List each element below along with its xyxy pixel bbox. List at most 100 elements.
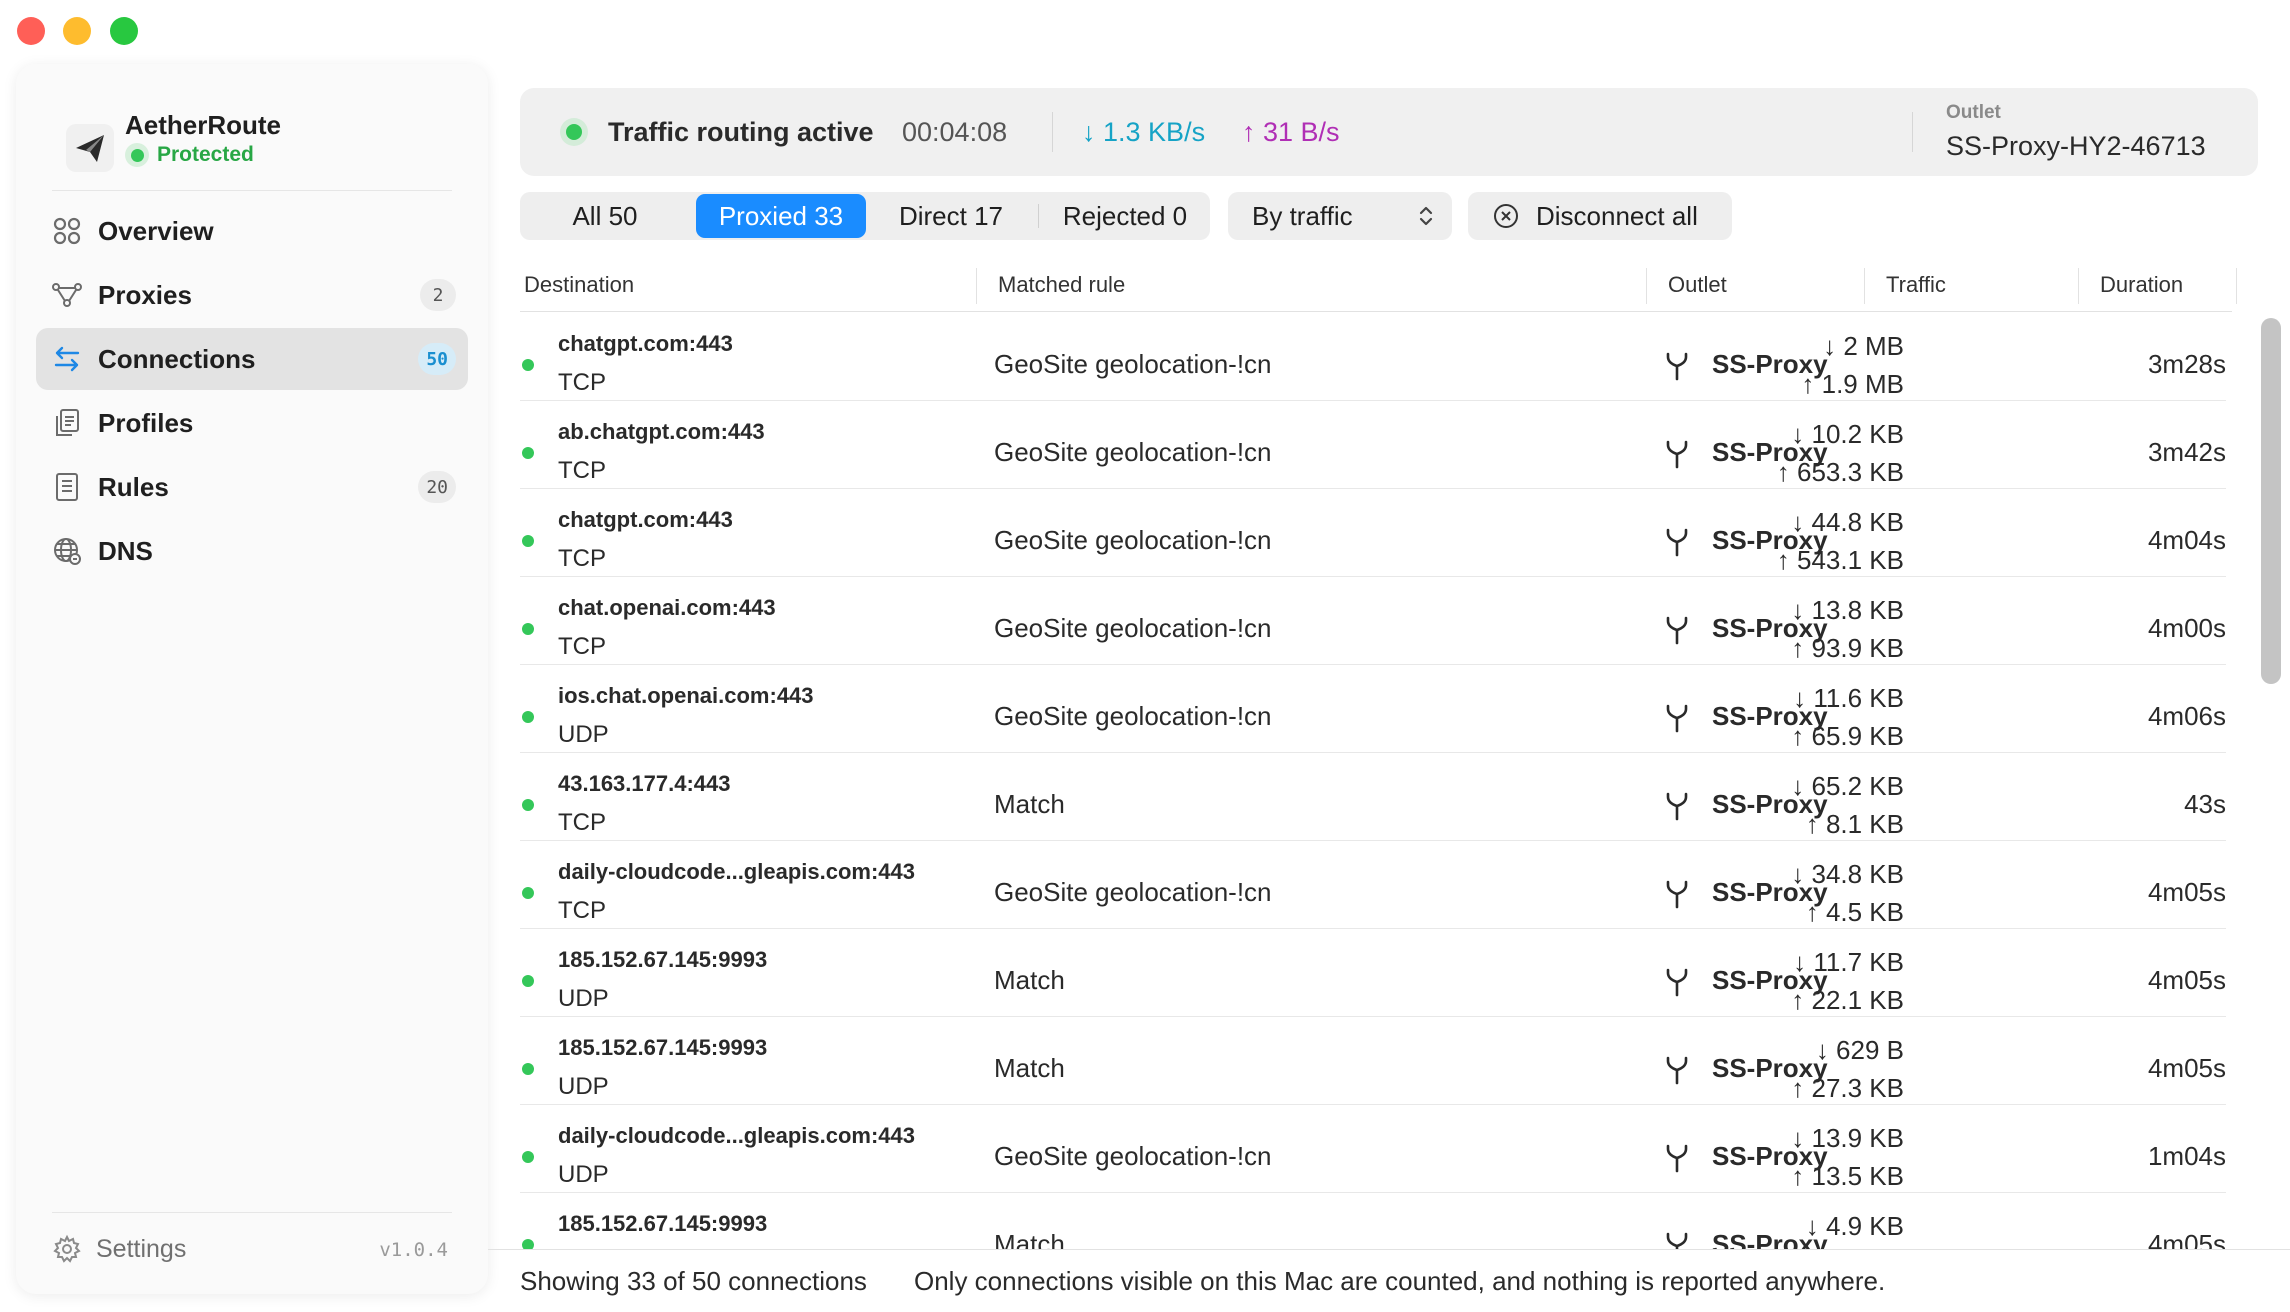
download-value: 2 MB: [1843, 331, 1904, 361]
filter-rejected[interactable]: Rejected 0: [1040, 192, 1210, 240]
download-amount: ↓ 34.8 KB: [1791, 859, 1904, 889]
route-fork-icon: [1666, 440, 1688, 469]
count-badge: 50: [418, 343, 456, 375]
sidebar-item-connections[interactable]: Connections 50: [36, 328, 468, 390]
table-header: Destination Matched rule Outlet Traffic …: [520, 264, 2237, 312]
disconnect-all-label: Disconnect all: [1536, 200, 1698, 231]
download-value: 13.9 KB: [1811, 1123, 1904, 1153]
destination-host: 43.163.177.4:443: [558, 771, 731, 796]
sidebar-item-profiles[interactable]: Profiles: [36, 392, 468, 454]
divider: [1864, 268, 1865, 304]
list-doc-icon: [52, 472, 82, 502]
sidebar-nav: Overview Proxies 2 Connections 50 Profil…: [36, 200, 468, 584]
table-row[interactable]: daily-cloudcode...gleapis.com:443 TCP GeoS…: [520, 841, 2226, 929]
table-row[interactable]: chatgpt.com:443 TCP GeoSite geolocation-!c…: [520, 313, 2226, 401]
protocol-label: TCP: [558, 809, 606, 836]
upload-value: 543.1 KB: [1797, 545, 1904, 575]
divider: [52, 1212, 452, 1213]
download-amount: ↓ 13.8 KB: [1791, 595, 1904, 625]
elapsed-time: 00:04:08: [902, 117, 1008, 147]
filter-all[interactable]: All 50: [520, 192, 690, 240]
destination-host: chat.openai.com:443: [558, 595, 776, 620]
divider: [2078, 268, 2079, 304]
route-fork-icon: [1666, 528, 1688, 557]
active-connection-icon: [522, 447, 534, 459]
table-row[interactable]: 43.163.177.4:443 TCP Match SS-Proxy ↓ 65.2 K…: [520, 753, 2226, 841]
destination-host: ab.chatgpt.com:443: [558, 419, 765, 444]
count-badge: 20: [418, 471, 456, 503]
minimize-window-button[interactable]: [63, 17, 91, 45]
count-badge: 2: [420, 279, 456, 311]
col-outlet[interactable]: Outlet: [1668, 272, 1727, 298]
sidebar-item-label: DNS: [98, 535, 153, 566]
filter-proxied[interactable]: Proxied 33: [696, 194, 866, 238]
filter-direct[interactable]: Direct 17: [866, 192, 1036, 240]
col-matched-rule[interactable]: Matched rule: [998, 272, 1125, 298]
table-row[interactable]: 185.152.67.145:9993 UDP Match SS-Proxy ↓ 629…: [520, 1017, 2226, 1105]
download-value: 13.8 KB: [1811, 595, 1904, 625]
sidebar-item-label: Overview: [98, 215, 214, 246]
nodes-icon: [52, 280, 82, 310]
sidebar-item-dns[interactable]: DNS: [36, 520, 468, 582]
duration: 3m28s: [2147, 349, 2226, 379]
download-value: 65.2 KB: [1811, 771, 1904, 801]
matched-rule: Match: [994, 965, 1065, 995]
destination-host: daily-cloudcode...gleapis.com:443: [558, 1123, 915, 1148]
protocol-label: TCP: [558, 457, 606, 484]
protocol-label: UDP: [558, 1073, 609, 1100]
upload-value: 653.3 KB: [1797, 457, 1904, 487]
duration: 4m05s: [2147, 965, 2226, 995]
chevron-updown-icon: [1419, 206, 1433, 226]
upload-value: 27.3 KB: [1811, 1073, 1904, 1103]
zoom-window-button[interactable]: [110, 17, 138, 45]
download-rate-value: 1.3 KB/s: [1103, 117, 1206, 147]
upload-value: 8.1 KB: [1825, 809, 1904, 839]
download-amount: ↓ 65.2 KB: [1791, 771, 1904, 801]
settings-button[interactable]: Settings: [52, 1234, 186, 1264]
table-row[interactable]: 185.152.67.145:9993UDPMatchSS-Proxy↓ 4.9…: [520, 1193, 2226, 1249]
sidebar: AetherRoute Protected Overview Proxies 2: [16, 64, 488, 1294]
active-connection-icon: [522, 623, 534, 635]
app-name: AetherRoute: [125, 110, 282, 140]
download-value: 34.8 KB: [1811, 859, 1904, 889]
matched-rule: GeoSite geolocation-!cn: [994, 349, 1272, 379]
sidebar-item-rules[interactable]: Rules 20: [36, 456, 468, 518]
duration: 4m05s: [2147, 1053, 2226, 1083]
upload-amount: ↑ 4.5 KB: [1805, 897, 1904, 927]
col-traffic[interactable]: Traffic: [1886, 272, 1946, 298]
route-fork-icon: [1666, 704, 1688, 733]
download-amount: ↓ 10.2 KB: [1791, 419, 1904, 449]
duration: 4m05s: [2147, 877, 2226, 907]
app-window: AetherRoute Protected Overview Proxies 2: [0, 0, 2290, 1312]
divider: [52, 190, 452, 191]
scrollbar-thumb[interactable]: [2261, 318, 2281, 684]
sidebar-item-overview[interactable]: Overview: [36, 200, 468, 262]
download-amount: ↓ 2 MB: [1823, 331, 1904, 361]
active-connection-icon: [522, 1063, 534, 1075]
divider: [488, 1249, 2290, 1250]
sidebar-item-proxies[interactable]: Proxies 2: [36, 264, 468, 326]
close-window-button[interactable]: [17, 17, 45, 45]
matched-rule: GeoSite geolocation-!cn: [994, 701, 1272, 731]
col-destination[interactable]: Destination: [524, 272, 634, 298]
protection-status-label: Protected: [157, 143, 254, 166]
table-row[interactable]: chatgpt.com:443 TCP GeoSite geolocation-!c…: [520, 489, 2226, 577]
active-connection-icon: [522, 975, 534, 987]
disconnect-all-button[interactable]: Disconnect all: [1468, 192, 1732, 240]
divider: [2236, 268, 2237, 304]
col-duration[interactable]: Duration: [2100, 272, 2183, 298]
table-row[interactable]: 185.152.67.145:9993 UDP Match SS-Proxy ↓ 11.…: [520, 929, 2226, 1017]
upload-value: 93.9 KB: [1811, 633, 1904, 663]
table-row[interactable]: ab.chatgpt.com:443 TCP GeoSite geolocation…: [520, 401, 2226, 489]
sort-select[interactable]: By traffic: [1228, 192, 1452, 240]
table-row[interactable]: ios.chat.openai.com:443 UDP GeoSite geoloc…: [520, 665, 2226, 753]
download-amount: ↓ 629 B: [1815, 1035, 1904, 1065]
protocol-label: TCP: [558, 897, 606, 924]
duration: 4m00s: [2147, 613, 2226, 643]
upload-amount: ↑ 8.1 KB: [1805, 809, 1904, 839]
table-row[interactable]: chat.openai.com:443 TCP GeoSite geolocatio…: [520, 577, 2226, 665]
upload-amount: ↑ 653.3 KB: [1776, 457, 1904, 487]
current-outlet: SS-Proxy-HY2-46713: [1946, 131, 2206, 161]
route-fork-icon: [1666, 1232, 1688, 1249]
table-row[interactable]: daily-cloudcode...gleapis.com:443 UDP GeoS…: [520, 1105, 2226, 1193]
